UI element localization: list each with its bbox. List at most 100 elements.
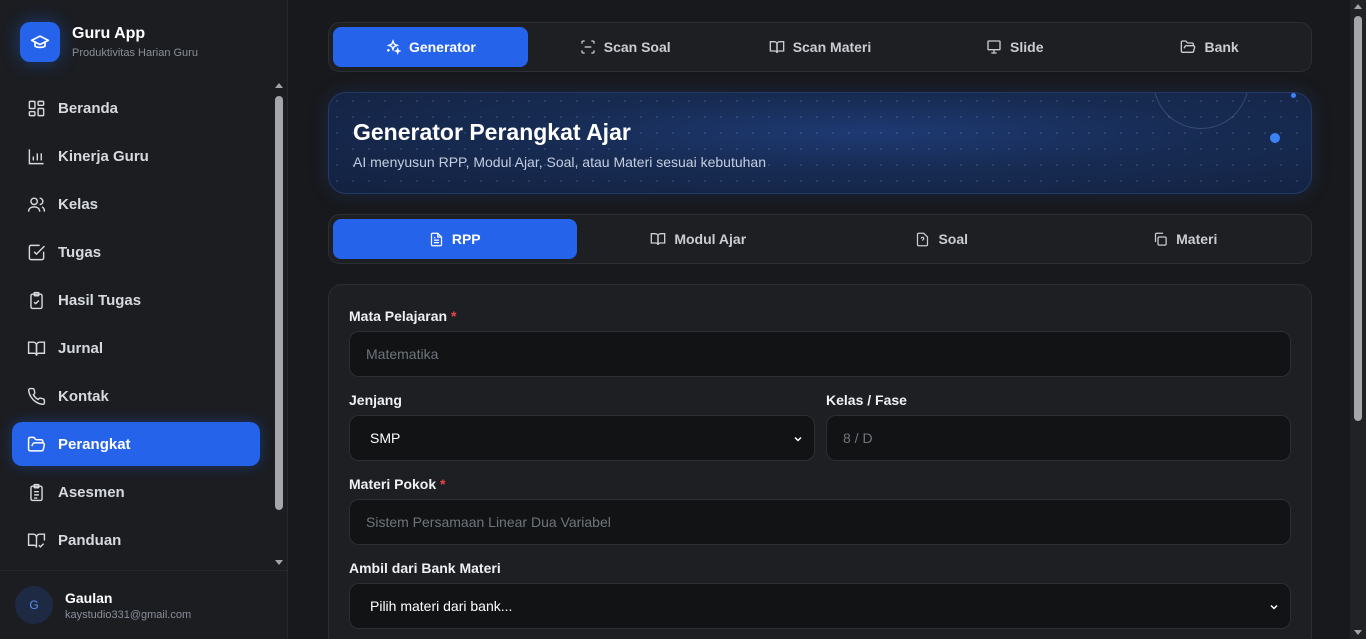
required-marker: *: [450, 308, 457, 324]
kelas-fase-placeholder: 8 / D: [843, 430, 873, 446]
sidebar-item-label: Perangkat: [58, 435, 131, 453]
file-text-icon: [429, 232, 444, 247]
jenjang-selected-value: SMP: [370, 430, 401, 446]
tab-label: Scan Materi: [792, 39, 872, 55]
sidebar-item-label: Tugas: [58, 243, 102, 261]
hero-decor-dot: [1291, 93, 1296, 98]
sidebar-item-label: Kelas: [58, 195, 99, 213]
tab-soal[interactable]: Soal: [820, 219, 1064, 259]
tab-label: Generator: [408, 39, 476, 55]
clipboard-check-icon: [26, 290, 46, 310]
sidebar-item-label: Panduan: [58, 531, 122, 549]
tab-rpp[interactable]: RPP: [333, 219, 577, 259]
book-open-icon: [769, 39, 785, 55]
kelas-fase-label: Kelas / Fase: [826, 392, 907, 408]
copy-icon: [1153, 232, 1168, 247]
sidebar-item-label: Asesmen: [58, 483, 125, 501]
sidebar-item-hasil-tugas[interactable]: Hasil Tugas: [12, 278, 260, 322]
tab-label: Slide: [1010, 39, 1044, 55]
sidebar-item-label: Beranda: [58, 99, 119, 117]
user-email: kaystudio331@gmail.com: [65, 608, 192, 621]
tab-scan-materi[interactable]: Scan Materi: [723, 27, 918, 67]
jenjang-select[interactable]: SMP: [349, 415, 815, 461]
sparkles-icon: [385, 39, 401, 55]
sidebar-scroll-thumb[interactable]: [275, 96, 283, 510]
page-subtitle: AI menyusun RPP, Modul Ajar, Soal, atau …: [353, 154, 766, 170]
folder-icon: [1180, 39, 1196, 55]
tab-materi[interactable]: Materi: [1064, 219, 1308, 259]
sidebar-nav: Beranda Kinerja Guru Kelas Tugas Hasil T…: [12, 86, 260, 566]
sidebar-item-perangkat[interactable]: Perangkat: [12, 422, 260, 466]
tab-label: Modul Ajar: [674, 231, 747, 247]
tab-scan-soal[interactable]: Scan Soal: [528, 27, 723, 67]
rpp-form: Mata Pelajaran * Matematika Jenjang SMP …: [328, 284, 1312, 639]
checkbox-icon: [26, 242, 46, 262]
sidebar-item-kinerja-guru[interactable]: Kinerja Guru: [12, 134, 260, 178]
app-subtitle: Produktivitas Harian Guru: [72, 47, 198, 59]
graduation-cap-icon: [20, 22, 60, 62]
bar-chart-icon: [26, 146, 46, 166]
avatar: G: [15, 586, 53, 624]
presentation-icon: [986, 39, 1002, 55]
mata-pelajaran-label: Mata Pelajaran *: [349, 308, 457, 324]
materi-pokok-label: Materi Pokok *: [349, 476, 446, 492]
tab-label: Scan Soal: [603, 39, 671, 55]
scan-icon: [580, 39, 596, 55]
users-icon: [26, 194, 46, 214]
hero-decor-dot: [1270, 133, 1280, 143]
sidebar-item-label: Jurnal: [58, 339, 104, 357]
bank-materi-label: Ambil dari Bank Materi: [349, 560, 501, 576]
tab-slide[interactable]: Slide: [917, 27, 1112, 67]
phone-icon: [26, 386, 46, 406]
sidebar-item-kelas[interactable]: Kelas: [12, 182, 260, 226]
scroll-down-arrow-icon[interactable]: [1354, 630, 1362, 635]
tab-modul-ajar[interactable]: Modul Ajar: [577, 219, 821, 259]
materi-pokok-placeholder: Sistem Persamaan Linear Dua Variabel: [366, 514, 611, 530]
grid-icon: [26, 98, 46, 118]
sidebar-item-jurnal[interactable]: Jurnal: [12, 326, 260, 370]
sidebar-scrollbar[interactable]: [272, 78, 286, 570]
book-check-icon: [26, 530, 46, 550]
scroll-down-arrow-icon[interactable]: [275, 560, 283, 565]
tab-label: Soal: [938, 231, 969, 247]
tab-generator[interactable]: Generator: [333, 27, 528, 67]
book-open-icon: [26, 338, 46, 358]
kelas-fase-input[interactable]: 8 / D: [826, 415, 1291, 461]
clipboard-list-icon: [26, 482, 46, 502]
chevron-down-icon: [792, 432, 804, 448]
sub-tabbar: RPP Modul Ajar Soal Materi: [328, 214, 1312, 264]
sidebar-item-beranda[interactable]: Beranda: [12, 86, 260, 130]
required-marker: *: [440, 476, 446, 492]
sidebar-item-kontak[interactable]: Kontak: [12, 374, 260, 418]
app-title: Guru App: [72, 25, 146, 42]
sidebar-item-asesmen[interactable]: Asesmen: [12, 470, 260, 514]
bank-materi-select[interactable]: Pilih materi dari bank...: [349, 583, 1291, 629]
page-title: Generator Perangkat Ajar: [353, 119, 631, 145]
sidebar-item-tugas[interactable]: Tugas: [12, 230, 260, 274]
hero-banner: Generator Perangkat Ajar AI menyusun RPP…: [328, 92, 1312, 194]
tab-bank[interactable]: Bank: [1112, 27, 1307, 67]
jenjang-label: Jenjang: [349, 392, 402, 408]
mata-pelajaran-input[interactable]: Matematika: [349, 331, 1291, 377]
page-scrollbar[interactable]: [1350, 0, 1366, 639]
scroll-up-arrow-icon[interactable]: [1354, 4, 1362, 9]
brand[interactable]: Guru App Produktivitas Harian Guru: [20, 22, 198, 62]
sidebar-item-label: Hasil Tugas: [58, 291, 142, 309]
scroll-up-arrow-icon[interactable]: [275, 83, 283, 88]
user-profile[interactable]: G Gaulan kaystudio331@gmail.com: [0, 570, 287, 639]
chevron-down-icon: [1268, 600, 1280, 616]
book-open-icon: [650, 231, 666, 247]
mata-pelajaran-placeholder: Matematika: [366, 346, 439, 362]
top-tabbar: Generator Scan Soal Scan Materi Slide Ba…: [328, 22, 1312, 72]
main-content: Generator Scan Soal Scan Materi Slide Ba…: [288, 0, 1350, 639]
tab-label: RPP: [451, 231, 481, 247]
tab-label: Materi: [1176, 231, 1218, 247]
materi-pokok-input[interactable]: Sistem Persamaan Linear Dua Variabel: [349, 499, 1291, 545]
sidebar-item-label: Kinerja Guru: [58, 147, 149, 165]
sidebar-item-panduan[interactable]: Panduan: [12, 518, 260, 562]
sidebar-item-label: Kontak: [58, 387, 109, 405]
file-question-icon: [915, 232, 930, 247]
sidebar: Guru App Produktivitas Harian Guru Beran…: [0, 0, 288, 639]
page-scroll-thumb[interactable]: [1354, 16, 1362, 421]
tab-label: Bank: [1204, 39, 1239, 55]
